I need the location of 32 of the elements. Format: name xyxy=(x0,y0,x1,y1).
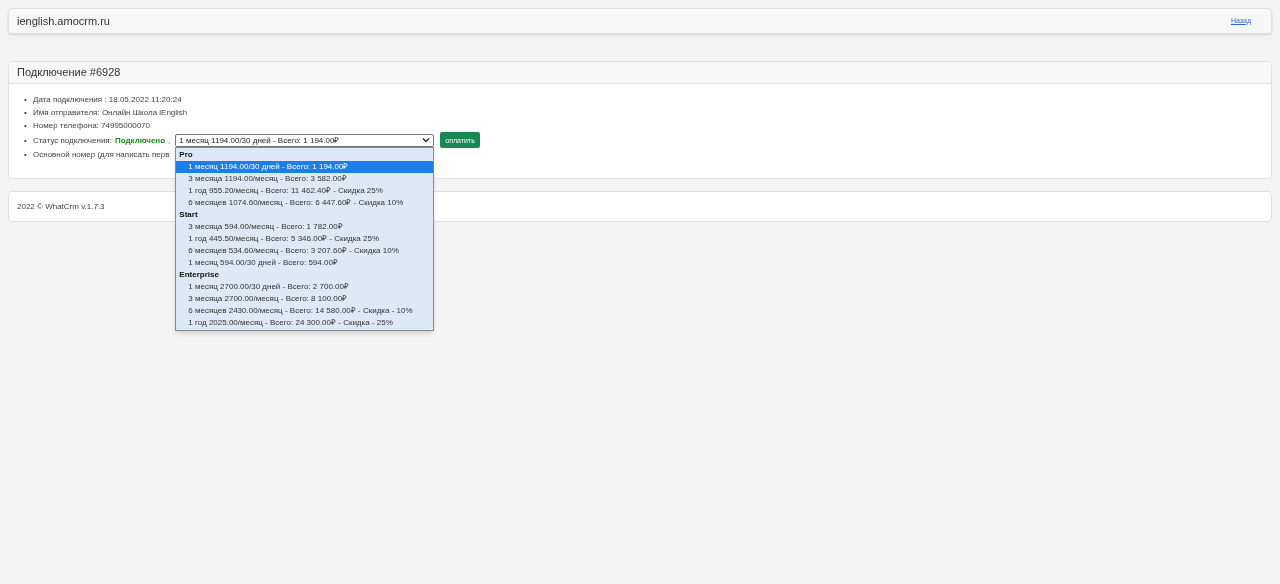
option-group-label: Start xyxy=(178,208,199,221)
detail-text: Дата подключения : 18.05.2022 11:20:24 xyxy=(33,94,182,106)
dropdown-option[interactable]: 1 месяц 1194.00/30 дней - Всего: 1 194.00₽ xyxy=(176,160,434,173)
detail-text: Основной номер (для написать перв xyxy=(33,149,170,161)
dropdown-option[interactable]: 1 месяц 594.00/30 дней - Всего: 594.00₽ xyxy=(176,256,434,269)
footer-text: 2022 © WhatCrm v.1.7.3 xyxy=(17,200,105,213)
option-group-label: Enterprise xyxy=(178,268,220,281)
plan-select[interactable]: 1 месяц 1194.00/30 дней - Всего: 1 194.00₽ xyxy=(175,133,435,147)
chevron-down-icon xyxy=(422,137,431,143)
bullet: • xyxy=(24,149,28,161)
dropdown-option[interactable]: 1 месяц 2700.00/30 дней - Всего: 2 700.00₽ xyxy=(176,280,434,293)
bullet: • xyxy=(24,94,28,106)
dropdown-option[interactable]: 1 год 445.50/месяц - Всего: 5 346.00₽ - Скидка 25% xyxy=(176,232,434,245)
dropdown-option[interactable]: 1 год 2025.00/месяц - Всего: 24 300.00₽ - Скидка - 25% xyxy=(176,316,434,329)
dropdown-option[interactable]: 3 месяца 2700.00/месяц - Всего: 8 100.00₽ xyxy=(176,292,434,305)
detail-text: Имя отправителя: Онлайн Школа iEnglish xyxy=(33,107,188,119)
site-title: ienglish.amocrm.ru xyxy=(17,13,110,29)
dropdown-option[interactable]: 3 месяца 1194.00/месяц - Всего: 3 582.00₽ xyxy=(176,172,434,185)
dropdown-option[interactable]: 6 месяцев 534.60/месяц - Всего: 3 207.60₽ - Скидка 10% xyxy=(176,244,434,257)
option-group-label: Pro xyxy=(178,148,194,161)
status-label: Статус подключения: xyxy=(33,134,112,147)
bullet: • xyxy=(24,134,28,147)
card-title: Подключение #6928 xyxy=(17,65,121,81)
bullet: • xyxy=(24,120,28,132)
separator: , xyxy=(168,134,171,147)
dropdown-option[interactable]: 3 месяца 594.00/месяц - Всего: 1 782.00₽ xyxy=(176,220,434,233)
bullet: • xyxy=(24,107,28,119)
dropdown-option[interactable]: 6 месяцев 1074.60/месяц - Всего: 6 447.60₽ - Скидка 10% xyxy=(176,196,434,209)
dropdown-option[interactable]: 6 месяцев 2430.00/месяц - Всего: 14 580.00₽ - Скидка - 10% xyxy=(176,304,434,317)
status-value: Подключено xyxy=(114,134,166,147)
dropdown-option[interactable]: 1 год 955.20/месяц - Всего: 11 462.40₽ - Скидка 25% xyxy=(176,184,434,197)
detail-text: Номер телефона: 74995000070 xyxy=(33,120,150,132)
